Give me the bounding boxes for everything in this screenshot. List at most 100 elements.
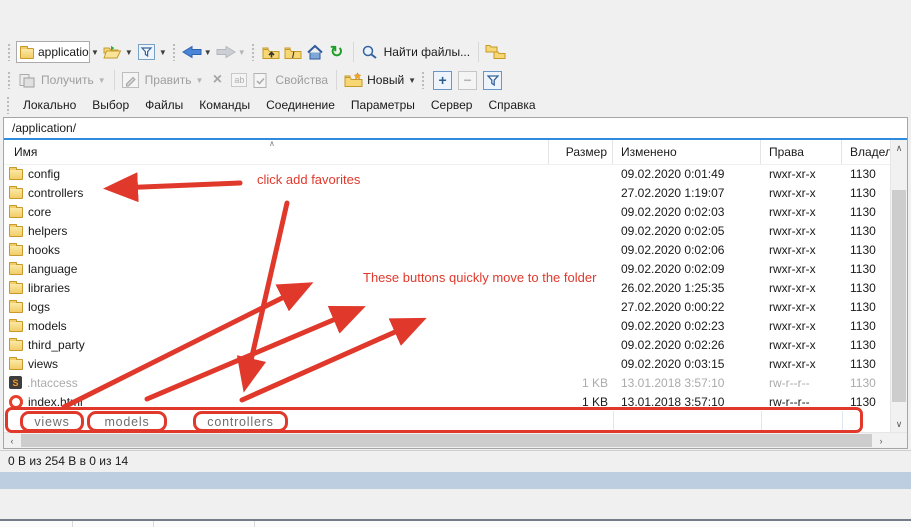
edit-label: Править: [145, 73, 192, 87]
folder-icon: [9, 283, 23, 294]
menu-item-Справка[interactable]: Справка: [480, 94, 543, 116]
scroll-left-icon[interactable]: ‹: [4, 433, 20, 448]
divider: [254, 521, 255, 527]
file-row-language[interactable]: language09.02.2020 0:02:09rwxr-xr-x1130: [4, 259, 890, 278]
horizontal-scrollbar[interactable]: ‹ ›: [4, 432, 907, 448]
home-directory-button[interactable]: [305, 41, 325, 63]
horizontal-scrollbar-thumb[interactable]: [21, 434, 872, 447]
file-owner: 1130: [842, 319, 890, 333]
menu-item-Параметры[interactable]: Параметры: [343, 94, 423, 116]
column-header-modified[interactable]: Изменено: [613, 140, 761, 164]
back-dropdown-icon[interactable]: ▼: [204, 48, 212, 57]
rename-icon: ab: [231, 73, 247, 87]
toolbar-separator: [478, 42, 479, 62]
file-row-hooks[interactable]: hooks09.02.2020 0:02:06rwxr-xr-x1130: [4, 240, 890, 259]
file-row-index.html[interactable]: index.html1 KB13.01.2018 3:57:10rw-r--r-…: [4, 392, 890, 411]
column-header-owner[interactable]: Владел..: [842, 140, 890, 164]
menu-item-Команды[interactable]: Команды: [191, 94, 258, 116]
toolbar-grip[interactable]: [172, 43, 177, 61]
toolbar-grip[interactable]: [421, 71, 426, 89]
home-icon: [306, 44, 324, 60]
properties-label: Свойства: [275, 73, 328, 87]
toolbar-separator: [336, 70, 337, 90]
file-row-.htaccess[interactable]: S.htaccess1 KB13.01.2018 3:57:10rw-r--r-…: [4, 373, 890, 392]
menu-item-Соединение[interactable]: Соединение: [258, 94, 343, 116]
menu-item-Файлы[interactable]: Файлы: [137, 94, 191, 116]
folder-icon: [9, 264, 23, 275]
quick-button-models[interactable]: models: [104, 415, 149, 429]
file-row-views[interactable]: views09.02.2020 0:03:15rwxr-xr-x1130: [4, 354, 890, 373]
synchronize-browsing-button[interactable]: [485, 41, 506, 63]
new-folder-icon: [344, 72, 363, 88]
forward-button: [216, 41, 236, 63]
toolbar-separator: [353, 42, 354, 62]
menu-item-Локально[interactable]: Локально: [15, 94, 84, 116]
find-files-button[interactable]: [360, 41, 380, 63]
toolbar-grip[interactable]: [6, 96, 11, 114]
quick-button-views[interactable]: views: [34, 415, 69, 429]
menu-bar: ЛокальноВыборФайлыКомандыСоединениеПарам…: [0, 93, 911, 117]
file-modified: 27.02.2020 1:19:07: [613, 186, 761, 200]
menu-item-Сервер[interactable]: Сервер: [423, 94, 481, 116]
file-name: models: [28, 319, 67, 333]
file-row-third_party[interactable]: third_party09.02.2020 0:02:26rwxr-xr-x11…: [4, 335, 890, 354]
column-header-rights[interactable]: Права: [761, 140, 842, 164]
column-header-name[interactable]: Имя ∧: [4, 140, 549, 164]
new-button[interactable]: [343, 69, 363, 91]
find-files-label[interactable]: Найти файлы...: [384, 45, 470, 59]
menu-item-Выбор[interactable]: Выбор: [84, 94, 137, 116]
address-combo[interactable]: applicatio: [16, 41, 90, 63]
file-name: hooks: [28, 243, 60, 257]
new-dropdown-icon[interactable]: ▼: [408, 76, 416, 85]
bottom-edge-strip: [0, 521, 911, 527]
folder-icon: [20, 48, 34, 59]
file-modified: 09.02.2020 0:01:49: [613, 167, 761, 181]
toolbar-primary: applicatio ▼ ▼ ▼ ▼ ▼ / ↻ Найти файлы...: [0, 37, 911, 67]
address-dropdown-icon[interactable]: ▼: [91, 48, 99, 57]
open-directory-dropdown-icon[interactable]: ▼: [125, 48, 133, 57]
add-bookmark-button[interactable]: +: [433, 71, 452, 90]
vertical-scrollbar-thumb[interactable]: [892, 190, 906, 402]
file-owner: 1130: [842, 262, 890, 276]
root-directory-button[interactable]: /: [283, 41, 303, 63]
open-directory-button[interactable]: [103, 41, 123, 63]
filter-button[interactable]: [137, 41, 157, 63]
file-owner: 1130: [842, 224, 890, 238]
address-value: applicatio: [38, 45, 89, 59]
file-row-models[interactable]: models09.02.2020 0:02:23rwxr-xr-x1130: [4, 316, 890, 335]
toolbar-grip[interactable]: [7, 43, 12, 61]
path-bar[interactable]: /application/: [4, 118, 907, 140]
scroll-right-icon[interactable]: ›: [873, 433, 889, 448]
file-row-helpers[interactable]: helpers09.02.2020 0:02:05rwxr-xr-x1130: [4, 221, 890, 240]
toolbar-grip[interactable]: [251, 43, 256, 61]
file-row-core[interactable]: core09.02.2020 0:02:03rwxr-xr-x1130: [4, 202, 890, 221]
refresh-button[interactable]: ↻: [327, 41, 347, 63]
properties-icon: [253, 73, 269, 88]
filter-toggle-button[interactable]: [483, 71, 502, 90]
file-modified: 13.01.2018 3:57:10: [613, 395, 761, 409]
file-row-libraries[interactable]: libraries26.02.2020 1:25:35rwxr-xr-x1130: [4, 278, 890, 297]
back-button[interactable]: [182, 41, 202, 63]
scroll-down-icon[interactable]: ∨: [891, 416, 907, 432]
vertical-scrollbar[interactable]: ∧ ∨: [890, 140, 907, 432]
file-row-controllers[interactable]: controllers27.02.2020 1:19:07rwxr-xr-x11…: [4, 183, 890, 202]
file-owner: 1130: [842, 376, 890, 390]
scroll-up-icon[interactable]: ∧: [891, 140, 907, 156]
parent-directory-button[interactable]: [261, 41, 281, 63]
column-header-size[interactable]: Размер: [549, 140, 613, 164]
forward-dropdown-icon: ▼: [238, 48, 246, 57]
file-row-config[interactable]: config09.02.2020 0:01:49rwxr-xr-x1130: [4, 164, 890, 183]
file-size: 1 KB: [549, 395, 613, 409]
file-rights: rwxr-xr-x: [761, 357, 842, 371]
back-arrow-icon: [182, 45, 202, 59]
status-text: 0 В из 254 В в 0 из 14: [8, 454, 128, 468]
filter-dropdown-icon[interactable]: ▼: [159, 48, 167, 57]
new-label[interactable]: Новый: [367, 73, 404, 87]
quick-button-controllers[interactable]: controllers: [207, 415, 273, 429]
annotation-box-models: models: [87, 411, 167, 432]
file-row-logs[interactable]: logs27.02.2020 0:00:22rwxr-xr-x1130: [4, 297, 890, 316]
download-dropdown-icon: ▼: [98, 76, 106, 85]
file-owner: 1130: [842, 338, 890, 352]
toolbar-grip[interactable]: [7, 71, 12, 89]
file-owner: 1130: [842, 357, 890, 371]
